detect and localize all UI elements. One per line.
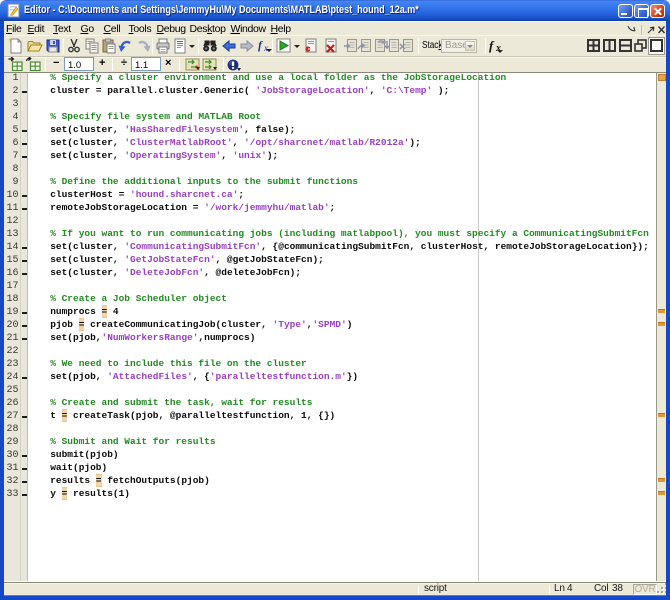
svg-text:f: f — [489, 38, 495, 53]
svg-text:f: f — [258, 38, 263, 52]
